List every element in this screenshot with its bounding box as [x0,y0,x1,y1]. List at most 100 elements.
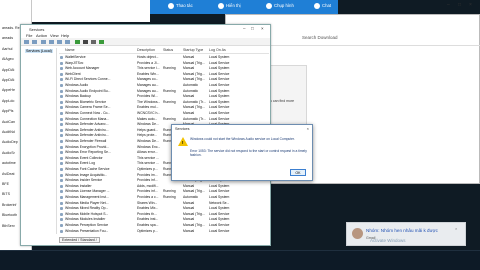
table-cell: Provides inf... [137,178,158,183]
left-list-item[interactable]: BthServ [2,224,15,228]
maximize-icon[interactable]: □ [251,26,254,31]
table-cell: Windows Encryption Provid... [65,144,110,149]
table-cell: Windows Presentation Fou... [65,228,109,233]
remote-chat-button[interactable]: Chat [322,3,331,8]
table-cell: Makes auto... [137,116,158,121]
action-icon[interactable] [168,3,174,9]
column-header-status[interactable]: Status [163,48,173,52]
table-cell: Enables Win... [137,71,159,76]
left-list-item[interactable]: Aarhul [2,47,12,51]
table-cell: Manual (Trig... [183,77,205,82]
properties-icon[interactable] [41,40,46,44]
ok-button[interactable]: OK [290,169,306,176]
tree-node-services-local[interactable]: Services (Local) [25,49,53,53]
left-list-item[interactable]: AlAgeo [2,57,14,61]
dismiss-icon[interactable]: × [455,226,457,231]
service-gear-icon [60,117,63,121]
service-gear-icon [60,229,63,233]
service-gear-icon [60,201,63,205]
close-icon[interactable]: × [261,26,264,31]
table-cell: Local System [209,66,230,71]
help-icon[interactable] [65,40,70,44]
chat-icon[interactable] [314,3,320,9]
remote-screenshot-button[interactable]: Chụp hình [274,3,294,8]
left-list-item[interactable]: AppeHe [2,88,15,92]
column-header-name[interactable]: Name [65,48,75,52]
service-gear-icon [60,134,63,138]
table-cell: Optimizes p... [137,228,158,233]
view-tabs[interactable]: Extended / Standard / [59,237,100,243]
table-cell: Helps prote... [137,133,158,138]
table-cell: Local Service [209,105,230,110]
left-list-item[interactable]: areads. Re [2,26,20,30]
service-gear-icon [60,212,63,216]
table-cell: Windows Error Reporting Se... [65,150,111,155]
table-cell: Enables spa... [137,223,159,227]
table-cell: Enables inst... [137,217,159,222]
left-list-item[interactable]: AudioDep [2,140,18,144]
left-list-item[interactable]: Brokerinf [2,203,16,207]
table-cell: Windows Defender Antiviru... [65,127,109,132]
table-cell: Windows Font Cache Service [65,167,110,171]
window-controls: – □ × [445,2,480,12]
forward-icon[interactable] [32,40,37,44]
table-cell: Manual [183,94,195,99]
table-cell: The Windows... [137,99,161,104]
table-row[interactable]: Windows Presentation Fou... Optimizes p..… [59,229,269,235]
table-cell: Manages co... [137,77,159,82]
table-cell: Local System [209,183,230,188]
service-gear-icon [60,123,63,127]
pause-icon[interactable] [91,40,96,44]
camera-icon[interactable] [266,3,272,9]
left-list-item[interactable]: AviDeat [2,172,15,176]
column-header-logon[interactable]: Log On As [209,48,226,52]
table-cell: Local Service [209,116,230,121]
table-cell: Manual [183,66,195,71]
table-cell: Automatic (Tr... [183,116,206,121]
back-icon[interactable] [24,40,29,44]
search-input[interactable]: Search Download [302,35,338,40]
table-cell: Local Service [209,111,230,115]
table-cell: Running [163,195,176,199]
minimize-icon[interactable]: – [243,26,246,31]
remote-display-button[interactable]: Hiển thị [226,3,241,8]
close-icon[interactable]: × [469,2,472,8]
table-cell: Running [163,66,176,71]
table-cell: Provides im... [137,172,158,177]
left-list-item[interactable]: AudioSr [2,151,15,155]
maximize-icon[interactable]: □ [458,2,461,8]
refresh-icon[interactable] [49,40,54,44]
left-list-item[interactable]: autotime [2,161,16,165]
notification-toast[interactable]: Nhóm: Nhóm hen nhâu mãi k được Gmail × [346,222,466,246]
service-gear-icon [60,89,63,93]
left-list-item[interactable]: AppPls [2,109,13,113]
table-cell: Automatic (Tr... [183,99,206,104]
display-icon[interactable] [218,3,224,9]
left-list-item[interactable]: AudCan [2,120,15,124]
left-list-item[interactable]: AppDAt [2,68,14,72]
service-gear-icon [60,95,63,99]
column-header-startup[interactable]: Startup Type [183,48,203,52]
start-icon[interactable] [75,40,80,44]
table-cell: Enables Mix... [137,206,159,211]
left-list-item[interactable]: AppDAt [2,78,14,82]
table-cell: Manual [183,200,195,205]
service-gear-icon [60,78,63,82]
remote-action-button[interactable]: Thao tác [176,3,193,8]
left-list-item[interactable]: BITS [2,192,10,196]
left-list-item[interactable]: Bluetooth [2,213,17,217]
stop-icon[interactable] [83,40,88,44]
close-icon[interactable]: × [307,126,309,131]
left-list-item[interactable]: AuditNd [2,130,15,134]
export-icon[interactable] [57,40,62,44]
restart-icon[interactable] [99,40,104,44]
table-cell: Windows Defender Antiviru... [65,133,109,138]
minimize-icon[interactable]: – [447,2,450,8]
table-cell: Windows Enc... [137,144,161,149]
left-list-item[interactable]: AppLdo [2,99,14,103]
column-header-description[interactable]: Description [137,48,155,52]
service-gear-icon [60,179,63,183]
table-cell: Windows Event Collector [65,155,103,160]
left-list-item[interactable]: areads [2,36,13,40]
left-list-item[interactable]: BFE [2,182,9,186]
